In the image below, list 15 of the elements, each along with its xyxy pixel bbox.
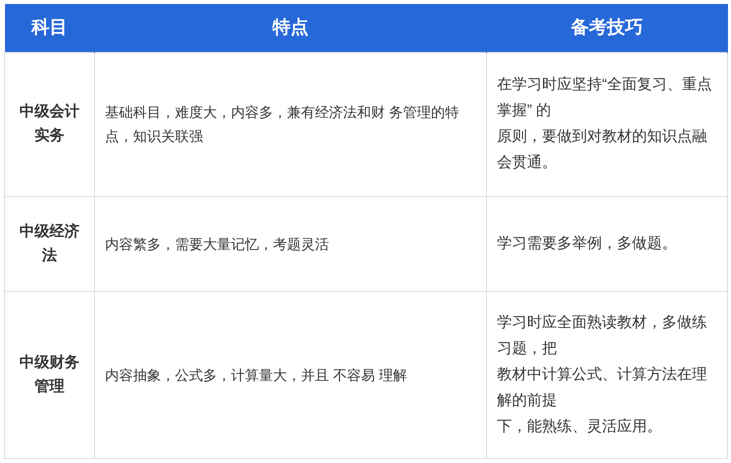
tip-text: 下，能熟练、灵活应用。	[497, 416, 663, 436]
subject-cell: 中级经济法	[4, 196, 94, 291]
subject-cell: 中级会计实务	[4, 52, 94, 196]
column-header: 科目	[4, 4, 94, 52]
tip-text: 在学习时应坚持“全面复习、重点掌握” 的	[497, 75, 713, 121]
tip-text: 学习需要多举例，多做题。	[497, 234, 678, 254]
table-cell: 内容繁多，需要大量记忆，考题灵活	[94, 196, 486, 291]
column-header: 备考技巧	[486, 4, 728, 52]
tip-text: 原则，要做到对教材的知识点融会贯通。	[497, 127, 708, 173]
column-header: 特点	[94, 4, 486, 52]
table-cell: 基础科目，难度大，内容多，兼有经济法和财 务管理的特点，知识关联强	[94, 52, 486, 196]
tip-text: 教材中计算公式、计算方法在理解的前提	[497, 364, 708, 410]
table-cell: 内容抽象，公式多，计算量大，并且 不容易 理解	[94, 291, 486, 458]
subject-cell: 中级财务管理	[4, 291, 94, 458]
tip-text: 学习时应全面熟读教材，多做练习题，把	[497, 312, 708, 358]
